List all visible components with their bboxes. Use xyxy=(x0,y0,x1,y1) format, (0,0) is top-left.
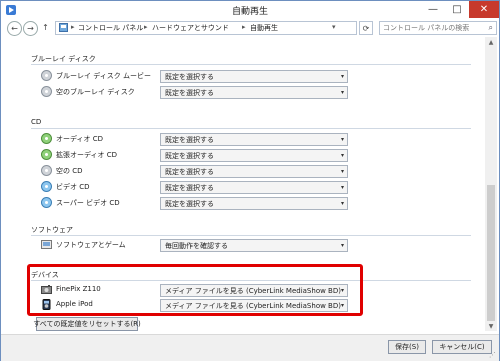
select-value: 既定を選択する xyxy=(165,184,214,192)
devices-highlight-box xyxy=(27,264,363,316)
scroll-down-icon[interactable]: ▼ xyxy=(485,321,497,331)
control-panel-icon xyxy=(59,23,68,32)
item-label: スーパー ビデオ CD xyxy=(56,199,120,207)
breadcrumb-control-panel[interactable]: コントロール パネル xyxy=(78,23,143,33)
chevron-down-icon: ▾ xyxy=(340,184,344,191)
autoplay-select[interactable]: 既定を選択する ▾ xyxy=(160,149,348,162)
autoplay-select[interactable]: 毎回動作を確認する ▾ xyxy=(160,239,348,252)
item-label: 拡張オーディオ CD xyxy=(56,151,118,159)
search-box[interactable]: ⌕ xyxy=(379,21,497,35)
select-value: 既定を選択する xyxy=(165,152,214,160)
close-button[interactable]: ✕ xyxy=(469,1,499,18)
autoplay-window: 自動再生 — □ ✕ ← → ↑ ▸ コントロール パネル ▸ ハードウェアとサ… xyxy=(0,0,500,361)
maximize-button[interactable]: □ xyxy=(445,1,469,18)
refresh-button[interactable]: ⟳ xyxy=(359,21,373,35)
autoplay-select[interactable]: 既定を選択する ▾ xyxy=(160,70,348,83)
list-item: スーパー ビデオ CD xyxy=(41,196,161,210)
save-button[interactable]: 保存(S) xyxy=(388,340,426,354)
back-button[interactable]: ← xyxy=(7,21,22,36)
address-bar[interactable]: ▸ コントロール パネル ▸ ハードウェアとサウンド ▸ 自動再生 ▾ xyxy=(55,21,357,35)
select-value: 既定を選択する xyxy=(165,73,214,81)
chevron-down-icon: ▾ xyxy=(340,152,344,159)
up-button[interactable]: ↑ xyxy=(39,21,52,34)
scrollbar-thumb[interactable] xyxy=(487,185,495,321)
select-value: 既定を選択する xyxy=(165,168,214,176)
breadcrumb-separator: ▸ xyxy=(71,23,75,31)
section-divider xyxy=(31,64,471,65)
chevron-down-icon: ▾ xyxy=(340,168,344,175)
item-label: オーディオ CD xyxy=(56,135,104,143)
search-icon[interactable]: ⌕ xyxy=(489,23,493,33)
search-input[interactable] xyxy=(383,22,479,34)
item-label: ソフトウェアとゲーム xyxy=(56,241,126,249)
select-value: 既定を選択する xyxy=(165,89,214,97)
reset-defaults-button[interactable]: すべての既定値をリセットする(R) xyxy=(33,317,141,331)
audio-cd-icon xyxy=(41,133,52,144)
disc-icon xyxy=(41,70,52,81)
autoplay-select[interactable]: 既定を選択する ▾ xyxy=(160,181,348,194)
item-label: 空の CD xyxy=(56,167,83,175)
disc-icon xyxy=(41,86,52,97)
autoplay-select[interactable]: 既定を選択する ▾ xyxy=(160,197,348,210)
navigation-bar: ← → ↑ ▸ コントロール パネル ▸ ハードウェアとサウンド ▸ 自動再生 … xyxy=(1,19,499,37)
section-title-cd: CD xyxy=(31,118,42,126)
item-label: ビデオ CD xyxy=(56,183,90,191)
select-value: 既定を選択する xyxy=(165,136,214,144)
dialog-footer: 保存(S) キャンセル(C) xyxy=(1,334,499,361)
software-icon xyxy=(41,240,52,249)
list-item: ブルーレイ ディスク ムービー xyxy=(41,69,161,83)
audio-cd-icon xyxy=(41,149,52,160)
address-dropdown-icon[interactable]: ▾ xyxy=(332,23,336,31)
item-label: 空のブルーレイ ディスク xyxy=(56,88,135,96)
chevron-down-icon: ▾ xyxy=(340,89,344,96)
autoplay-select[interactable]: 既定を選択する ▾ xyxy=(160,165,348,178)
list-item: ソフトウェアとゲーム xyxy=(41,238,161,252)
resize-grip-icon[interactable]: ⋰ xyxy=(489,351,496,359)
section-divider xyxy=(31,128,471,129)
list-item: ビデオ CD xyxy=(41,180,161,194)
cancel-button[interactable]: キャンセル(C) xyxy=(432,340,492,354)
title-bar: 自動再生 — □ ✕ xyxy=(1,1,499,19)
autoplay-select[interactable]: 既定を選択する ▾ xyxy=(160,133,348,146)
chevron-down-icon: ▾ xyxy=(340,73,344,80)
vertical-scrollbar[interactable]: ▲ ▼ xyxy=(485,37,497,331)
item-label: ブルーレイ ディスク ムービー xyxy=(56,72,151,80)
section-divider xyxy=(31,235,471,236)
section-title-bluray: ブルーレイ ディスク xyxy=(31,55,96,63)
autoplay-select[interactable]: 既定を選択する ▾ xyxy=(160,86,348,99)
breadcrumb-hardware-sound[interactable]: ハードウェアとサウンド xyxy=(152,23,229,33)
select-value: 毎回動作を確認する xyxy=(165,242,228,250)
chevron-down-icon: ▾ xyxy=(340,242,344,249)
list-item: オーディオ CD xyxy=(41,132,161,146)
minimize-button[interactable]: — xyxy=(421,1,445,18)
breadcrumb-autoplay[interactable]: 自動再生 xyxy=(250,23,278,33)
list-item: 空のブルーレイ ディスク xyxy=(41,85,161,99)
video-cd-icon xyxy=(41,197,52,208)
select-value: 既定を選択する xyxy=(165,200,214,208)
breadcrumb-separator: ▸ xyxy=(242,23,246,31)
forward-button[interactable]: → xyxy=(23,21,38,36)
breadcrumb-separator: ▸ xyxy=(144,23,148,31)
disc-icon xyxy=(41,165,52,176)
chevron-down-icon: ▾ xyxy=(340,136,344,143)
chevron-down-icon: ▾ xyxy=(340,200,344,207)
list-item: 空の CD xyxy=(41,164,161,178)
section-title-software: ソフトウェア xyxy=(31,226,73,234)
scroll-up-icon[interactable]: ▲ xyxy=(485,37,497,47)
list-item: 拡張オーディオ CD xyxy=(41,148,161,162)
video-cd-icon xyxy=(41,181,52,192)
